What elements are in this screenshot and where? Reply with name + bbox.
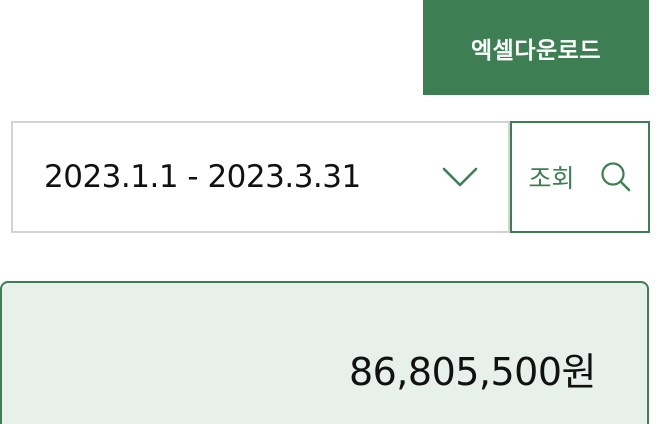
search-icon [600, 161, 632, 193]
excel-download-button[interactable]: 엑셀다운로드 [423, 0, 649, 95]
total-amount: 86,805,500원 [348, 350, 597, 394]
date-range-select[interactable]: 2023.1.1 - 2023.3.31 [11, 121, 511, 233]
date-range-value: 2023.1.1 - 2023.3.31 [44, 159, 361, 195]
page: 엑셀다운로드 2023.1.1 - 2023.3.31 조회 86,805,50… [0, 0, 666, 424]
chevron-down-icon [442, 166, 478, 188]
filter-row: 2023.1.1 - 2023.3.31 조회 [11, 121, 650, 233]
search-button-label: 조회 [528, 164, 575, 193]
total-summary-panel: 86,805,500원 [0, 281, 649, 424]
search-button[interactable]: 조회 [510, 121, 650, 233]
